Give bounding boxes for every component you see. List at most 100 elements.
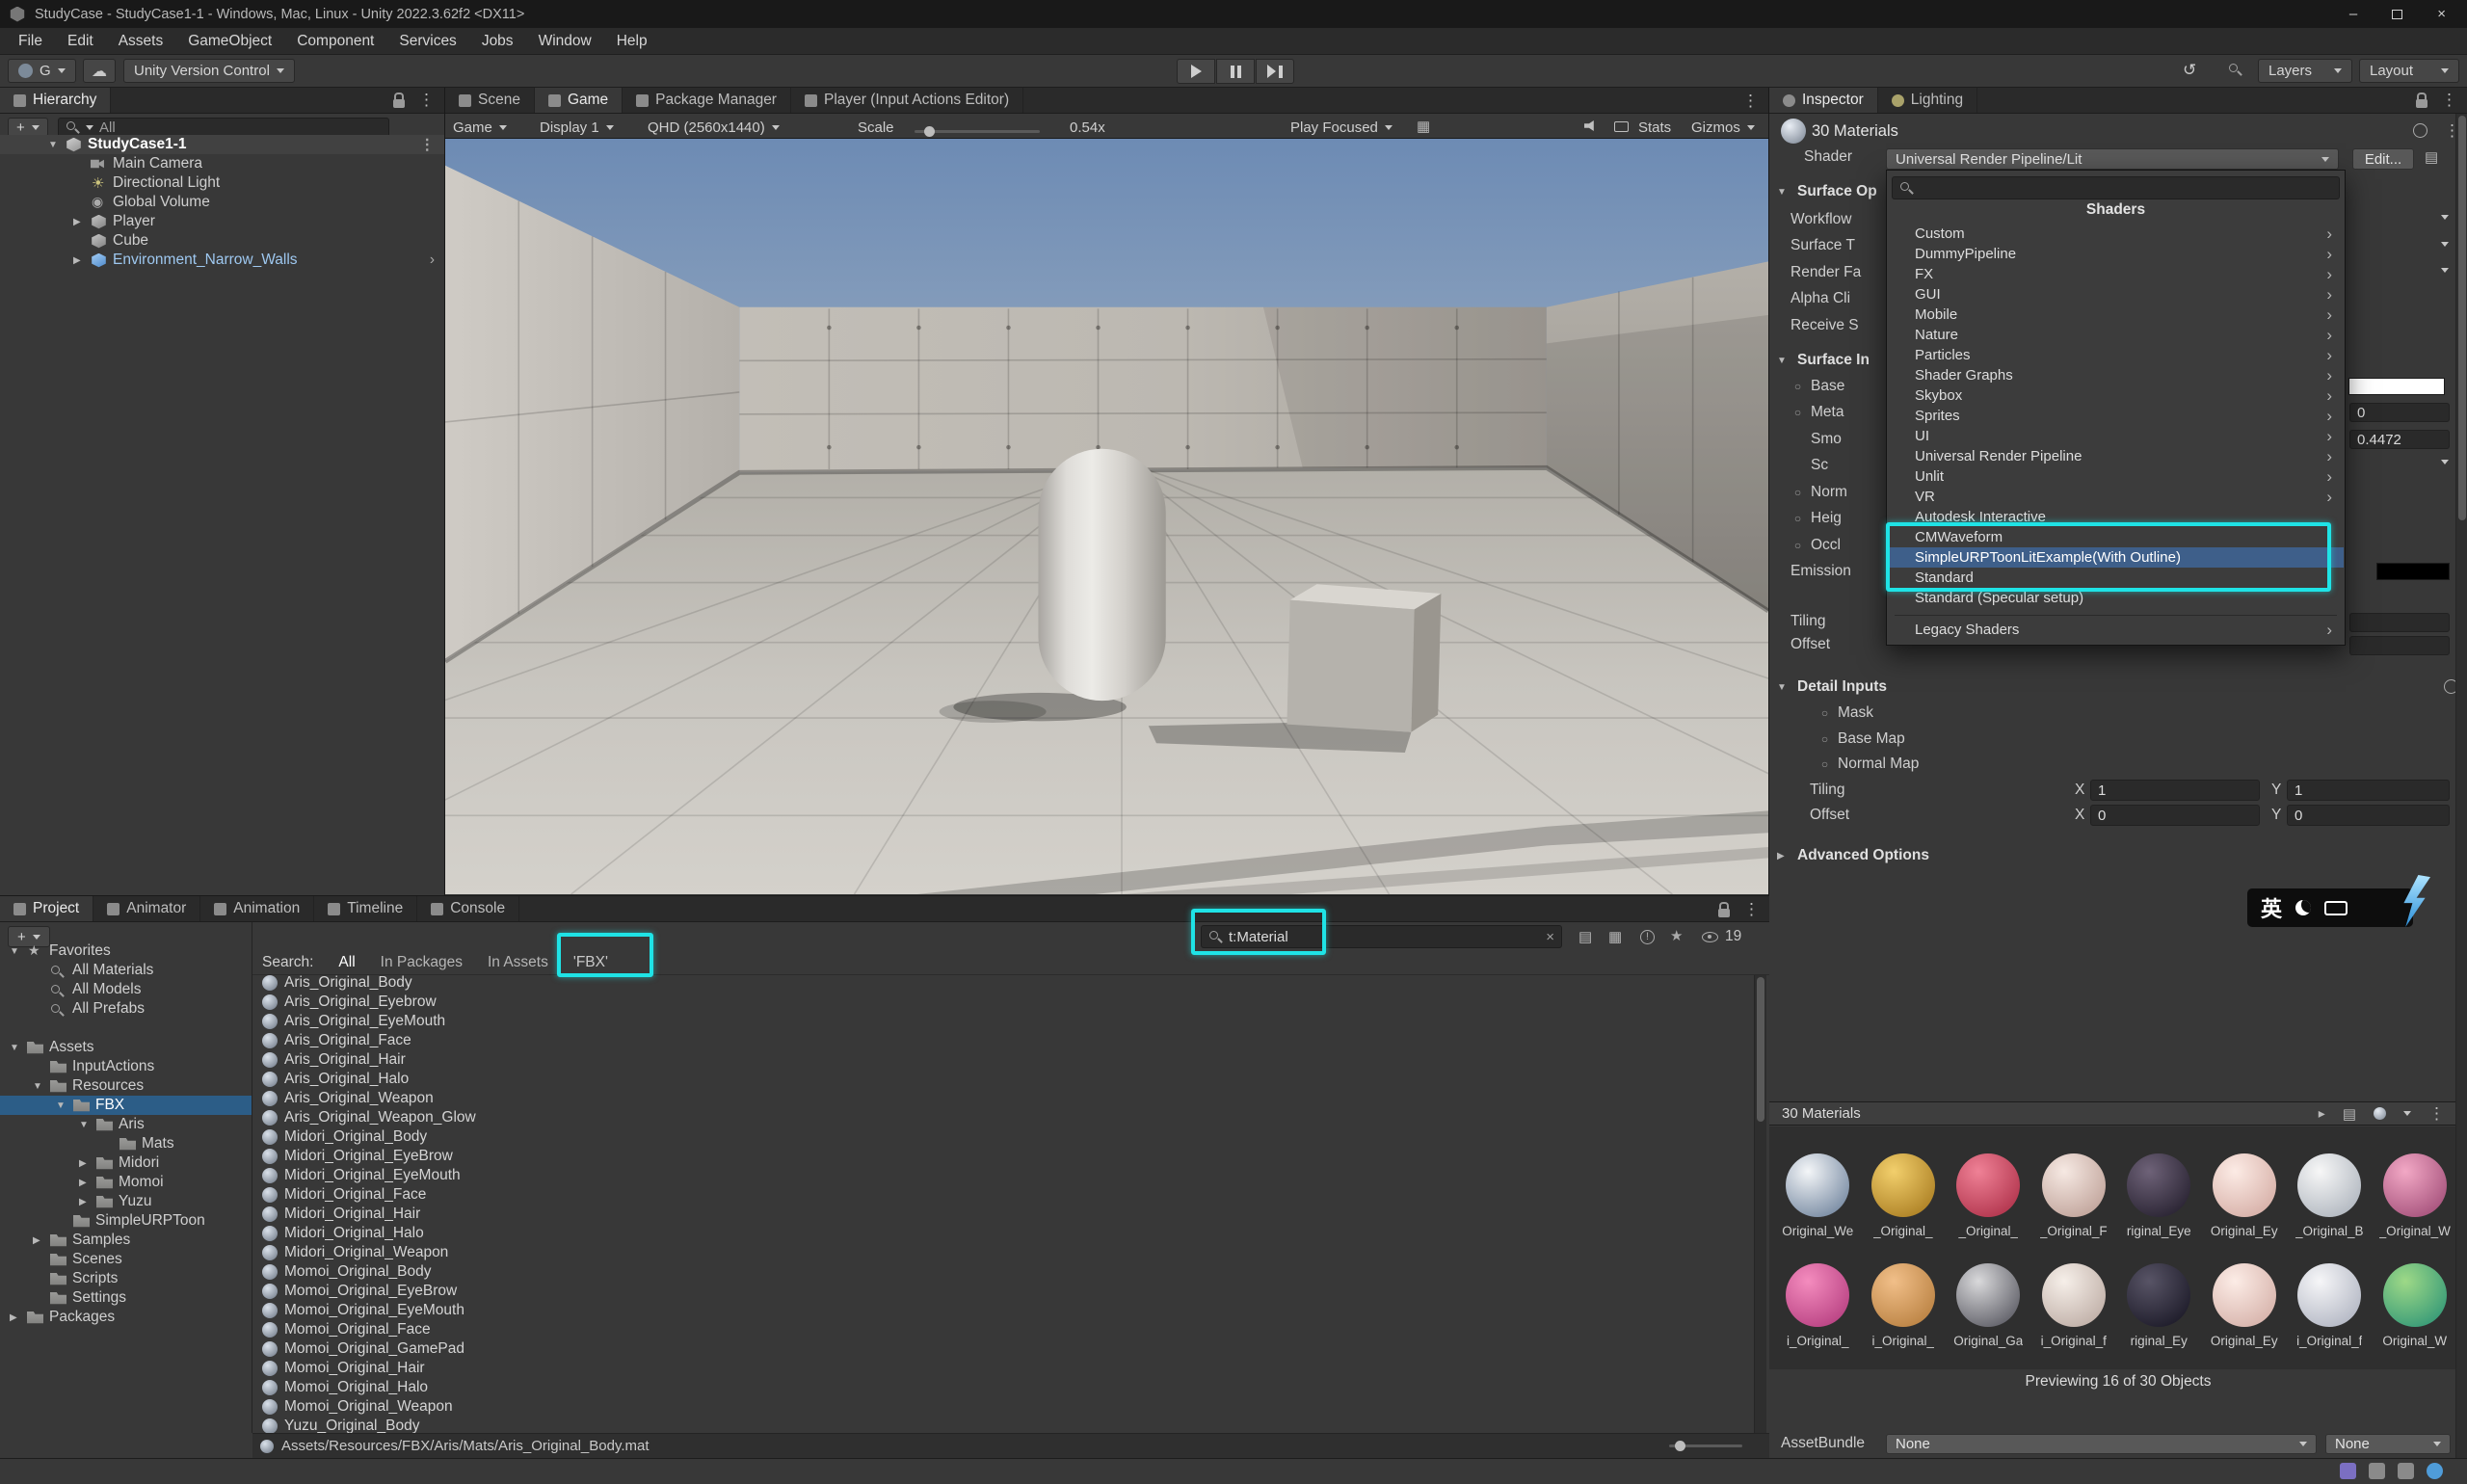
scrollbar-thumb[interactable]: [2458, 116, 2466, 520]
material-thumbnail[interactable]: i_Original_f: [2031, 1238, 2117, 1348]
search-scope-option[interactable]: In Packages: [381, 954, 463, 971]
asset-row[interactable]: Aris_Original_EyeMouth: [252, 1012, 1754, 1031]
shader-search-input[interactable]: [1892, 176, 2340, 199]
material-thumbnail[interactable]: _Original_F: [2031, 1128, 2117, 1238]
menu-item[interactable]: Help: [604, 28, 660, 55]
texture-slot-row[interactable]: ○Mask: [1817, 701, 1919, 727]
cloud-status-icon[interactable]: [2369, 1463, 2385, 1479]
hierarchy-search-input[interactable]: All: [58, 118, 389, 137]
expand-arrow-icon[interactable]: ▶: [33, 1235, 50, 1246]
row-trailing-icon[interactable]: ›: [430, 252, 444, 269]
property-row[interactable]: Alpha Cli: [1791, 286, 1861, 313]
base-color-swatch[interactable]: [2348, 378, 2445, 395]
gizmos-dropdown[interactable]: Gizmos: [1691, 118, 1755, 137]
asset-row[interactable]: Momoi_Original_EyeMouth: [252, 1301, 1754, 1320]
shader-menu-item[interactable]: Skybox ›: [1888, 385, 2344, 406]
expand-arrow-icon[interactable]: ▼: [33, 1081, 50, 1092]
expand-arrow-icon[interactable]: ▼: [10, 946, 27, 957]
stats-button[interactable]: Stats: [1638, 118, 1671, 137]
surface-options-header[interactable]: ▼Surface Op: [1777, 181, 1877, 202]
shader-menu-item[interactable]: Custom ›: [1888, 224, 2344, 244]
material-thumbnail[interactable]: _Original_W: [2373, 1128, 2458, 1238]
hidden-count-eye-icon[interactable]: [1702, 932, 1718, 942]
asset-row[interactable]: Aris_Original_Halo: [252, 1070, 1754, 1089]
game-viewport[interactable]: [445, 139, 1768, 894]
panel-menu-icon[interactable]: [1742, 92, 1759, 111]
minimize-button[interactable]: –: [2349, 6, 2357, 22]
material-thumbnail[interactable]: i_Original_: [1775, 1238, 1861, 1348]
bottom-tab[interactable]: Project: [0, 896, 93, 921]
tiling-row[interactable]: Tiling: [1791, 611, 1825, 632]
bottom-tab[interactable]: Animation: [200, 896, 314, 921]
asset-row[interactable]: Midori_Original_EyeMouth: [252, 1166, 1754, 1185]
view-tab[interactable]: Package Manager: [623, 88, 791, 113]
shader-menu-item[interactable]: Universal Render Pipeline ›: [1888, 446, 2344, 466]
texture-slot-row[interactable]: ○Normal Map: [1817, 752, 1919, 778]
preview-caret-icon[interactable]: [2403, 1111, 2411, 1116]
shader-menu-item[interactable]: Autodesk Interactive: [1888, 507, 2344, 527]
play-focused-dropdown[interactable]: Play Focused: [1290, 118, 1393, 137]
shader-menu-item[interactable]: FX ›: [1888, 264, 2344, 284]
advanced-options-header[interactable]: ▶Advanced Options: [1777, 845, 1929, 866]
folder-item[interactable]: ▶ Momoi: [0, 1173, 252, 1192]
burst-status-icon[interactable]: [2340, 1463, 2356, 1479]
shader-menu-item[interactable]: Unlit ›: [1888, 466, 2344, 487]
tab-inspector[interactable]: Inspector: [1769, 88, 1878, 113]
shader-menu-item[interactable]: Standard: [1888, 568, 2344, 588]
shader-menu-item-legacy[interactable]: Legacy Shaders ›: [1888, 620, 2344, 640]
folder-item[interactable]: ▶ Midori: [0, 1153, 252, 1173]
material-thumbnail[interactable]: Original_Ga: [1946, 1238, 2031, 1348]
property-row[interactable]: ○Norm: [1791, 479, 1847, 506]
vsync-grid-icon[interactable]: [1417, 118, 1430, 136]
detail-inputs-header[interactable]: ▼Detail Inputs: [1777, 676, 1887, 698]
shader-menu-item[interactable]: Particles ›: [1888, 345, 2344, 365]
hierarchy-item[interactable]: Cube: [0, 231, 444, 251]
property-row[interactable]: Surface T: [1791, 233, 1861, 260]
asset-row[interactable]: Midori_Original_Body: [252, 1127, 1754, 1147]
expand-arrow-icon[interactable]: ▶: [10, 1312, 27, 1323]
view-tab[interactable]: Player (Input Actions Editor): [791, 88, 1023, 113]
emission-color-swatch[interactable]: [2376, 563, 2450, 580]
workflow-caret-icon[interactable]: [2441, 215, 2449, 220]
game-mode-dropdown[interactable]: Game: [453, 118, 507, 137]
menu-item[interactable]: Edit: [55, 28, 106, 55]
shader-menu-item[interactable]: SimpleURPToonLitExample(With Outline): [1888, 547, 2344, 568]
material-thumbnail[interactable]: i_Original_: [1861, 1238, 1947, 1348]
tab-lighting[interactable]: Lighting: [1878, 88, 1977, 113]
assetbundle-variant-dropdown[interactable]: None: [2325, 1434, 2451, 1454]
favorites-item[interactable]: ▼ Favorites: [0, 941, 252, 961]
lock-icon[interactable]: [393, 99, 405, 108]
property-row[interactable]: Render Fa: [1791, 259, 1861, 286]
thumbnail-size-slider[interactable]: [1669, 1444, 1742, 1447]
smoothness-field[interactable]: 0.4472: [2349, 430, 2450, 449]
lock-icon[interactable]: [2416, 99, 2427, 108]
hierarchy-item[interactable]: Directional Light: [0, 173, 444, 193]
property-row[interactable]: ○Heig: [1791, 506, 1847, 533]
results-scrollbar[interactable]: [1754, 975, 1766, 1433]
detail-offset-x-field[interactable]: 0: [2090, 805, 2260, 826]
shader-menu-item[interactable]: Sprites ›: [1888, 406, 2344, 426]
menu-item[interactable]: Jobs: [469, 28, 526, 55]
favorites-item[interactable]: All Materials: [0, 961, 252, 980]
property-row[interactable]: Smo: [1791, 426, 1847, 453]
asset-row[interactable]: Midori_Original_Halo: [252, 1224, 1754, 1243]
hierarchy-item[interactable]: Global Volume: [0, 193, 444, 212]
preview-sphere-icon[interactable]: [2374, 1107, 2386, 1120]
asset-row[interactable]: Aris_Original_Weapon: [252, 1089, 1754, 1108]
asset-row[interactable]: Midori_Original_Weapon: [252, 1243, 1754, 1262]
search-by-label-icon[interactable]: [1608, 928, 1622, 946]
shader-menu-item[interactable]: UI ›: [1888, 426, 2344, 446]
expand-arrow-icon[interactable]: ▼: [79, 1120, 96, 1130]
hierarchy-item[interactable]: Main Camera: [0, 154, 444, 173]
step-button[interactable]: [1256, 59, 1294, 84]
preview-layers-icon[interactable]: [2343, 1105, 2356, 1123]
hierarchy-add-button[interactable]: +: [8, 118, 48, 137]
folder-item[interactable]: Mats: [0, 1134, 252, 1153]
hierarchy-item[interactable]: ▶ Player: [0, 212, 444, 231]
material-thumbnail[interactable]: Original_Ey: [2202, 1238, 2288, 1348]
folder-item[interactable]: ▼ FBX: [0, 1096, 252, 1115]
info-icon[interactable]: !: [1640, 930, 1655, 944]
preview-header[interactable]: 30 Materials ▸: [1769, 1101, 2467, 1126]
material-thumbnail[interactable]: i_Original_f: [2287, 1238, 2373, 1348]
folder-item[interactable]: InputActions: [0, 1057, 252, 1076]
